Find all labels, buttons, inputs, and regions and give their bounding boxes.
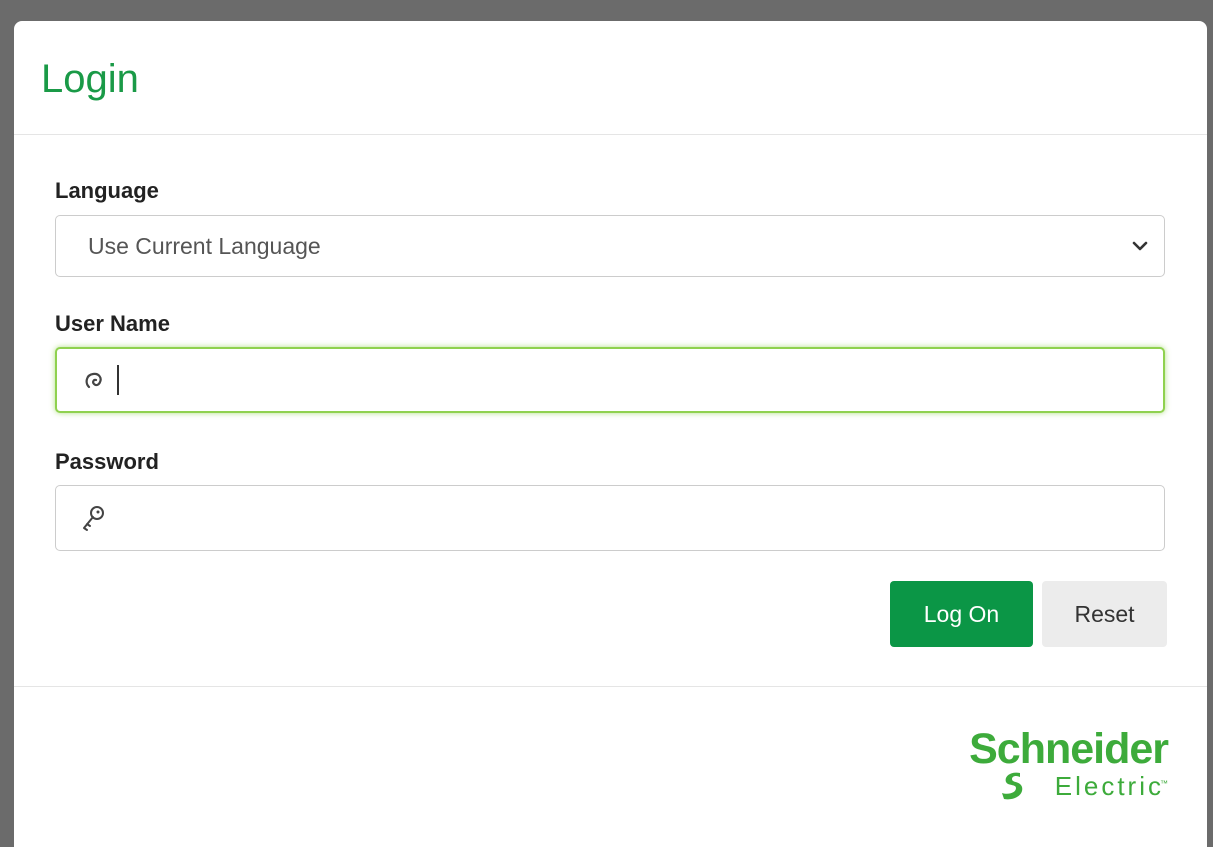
logo-subtitle: Electric — [1054, 771, 1164, 801]
text-caret — [117, 365, 119, 395]
language-label: Language — [55, 178, 159, 203]
username-input[interactable] — [55, 347, 1165, 413]
logo-wordmark: Schneider — [969, 725, 1169, 773]
language-select[interactable]: Use Current Language — [55, 215, 1165, 277]
reset-button[interactable]: Reset — [1042, 581, 1167, 647]
password-label: Password — [55, 449, 159, 474]
user-icon — [85, 372, 102, 389]
dialog-footer: Schneider Electric ™ — [14, 687, 1207, 847]
key-icon — [83, 506, 104, 531]
schneider-electric-logo: Schneider Electric ™ — [928, 725, 1169, 807]
language-select-value: Use Current Language — [88, 233, 321, 259]
login-dialog: Login Language Use Current Language User… — [14, 21, 1207, 847]
window-backdrop — [0, 0, 1213, 10]
dialog-header: Login — [14, 21, 1207, 135]
dialog-title: Login — [41, 57, 139, 101]
password-input[interactable] — [55, 485, 1165, 551]
username-label: User Name — [55, 311, 170, 336]
chevron-down-icon — [1132, 241, 1148, 251]
log-on-button[interactable]: Log On — [890, 581, 1033, 647]
logo-mark-icon — [1002, 772, 1023, 800]
logo-trademark: ™ — [1160, 779, 1168, 788]
login-form: Language Use Current Language User Name … — [14, 135, 1207, 687]
